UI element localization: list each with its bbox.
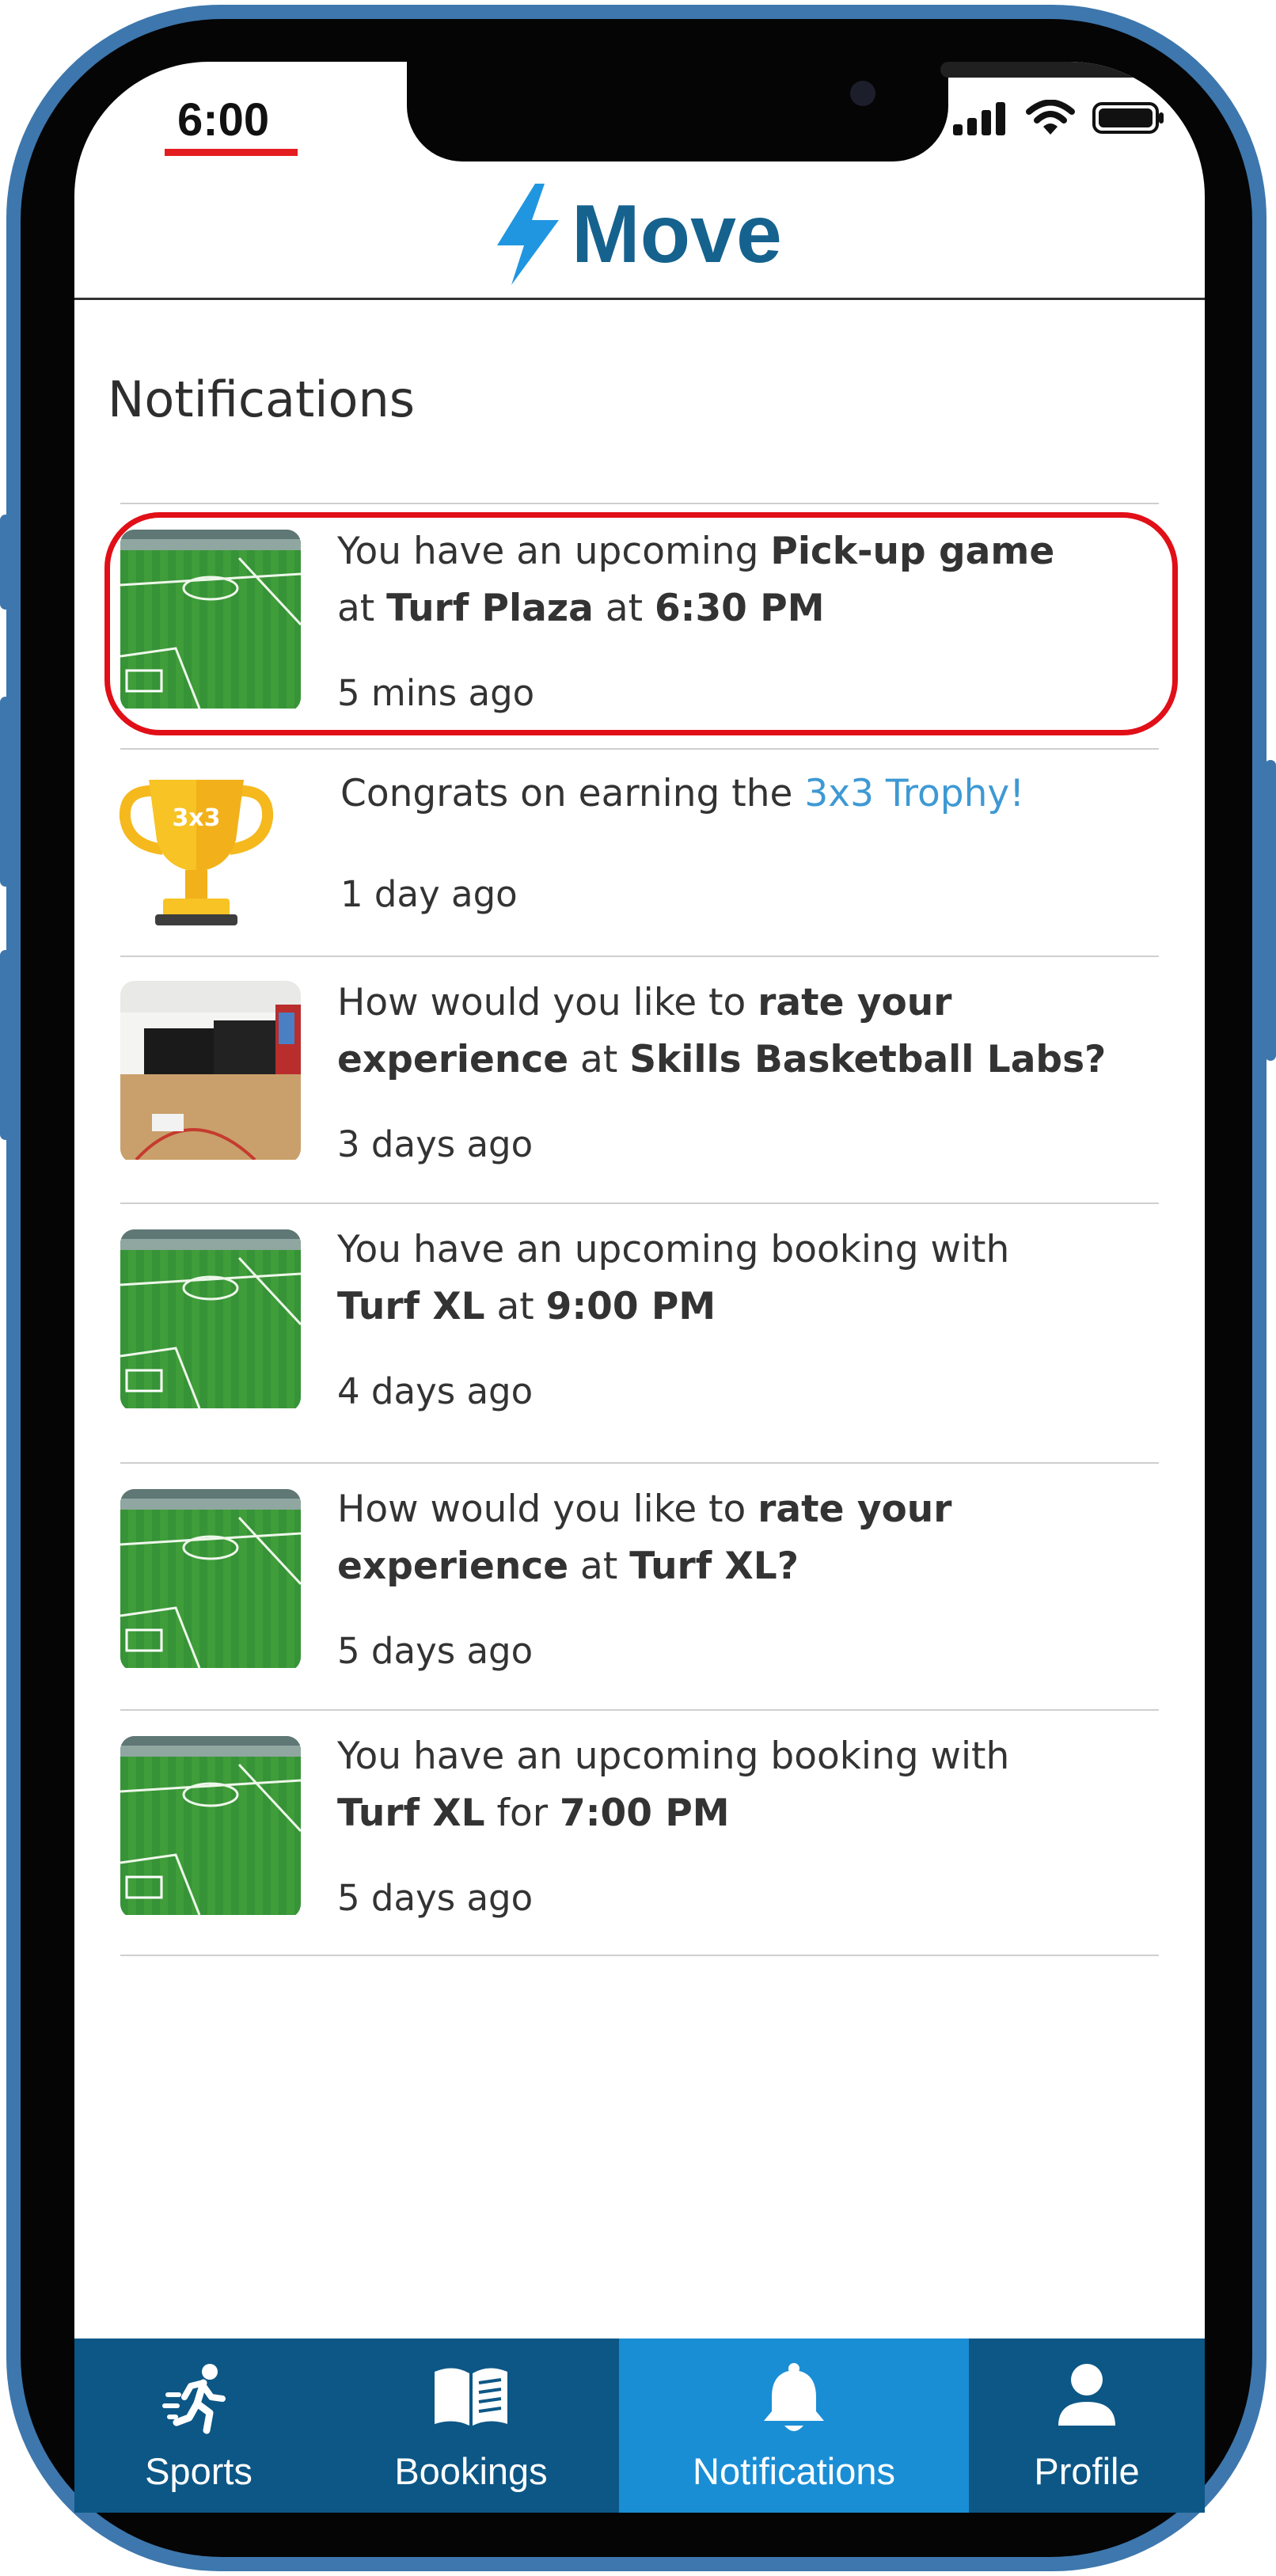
notification-text: at — [593, 587, 655, 630]
notification-emphasis: experience — [337, 1038, 569, 1081]
notification-emphasis: Turf XL? — [629, 1544, 799, 1588]
notification-timestamp: 5 mins ago — [337, 672, 535, 714]
page-title: Notifications — [108, 370, 416, 428]
notch — [407, 62, 1146, 161]
nav-label: Profile — [1034, 2450, 1140, 2492]
notification-thumbnail — [120, 1229, 301, 1411]
phone-side-button — [0, 950, 11, 1140]
notification-text: You have an upcoming booking with — [337, 1734, 1010, 1778]
notification-emphasis: 7:00 PM — [560, 1791, 730, 1835]
notification-item[interactable]: 3x3 Congrats on earning the 3x3 Trophy! 1 … — [117, 750, 1159, 957]
notification-emphasis: Turf XL — [337, 1285, 485, 1328]
signal-icon — [953, 102, 1005, 135]
notification-timestamp: 3 days ago — [337, 1123, 534, 1165]
notification-timestamp: 4 days ago — [337, 1370, 534, 1412]
notification-text-line: Congrats on earning the 3x3 Trophy! — [340, 766, 1164, 823]
app-header: Move — [74, 173, 1205, 300]
open-book-icon — [435, 2368, 507, 2426]
battery-icon — [1092, 102, 1164, 134]
lightning-bolt-icon — [497, 184, 559, 285]
notification-text: at — [568, 1544, 630, 1588]
wifi-icon — [1026, 100, 1075, 135]
notification-text-line: You have an upcoming booking with — [337, 1222, 1160, 1279]
notification-text-line: How would you like to rate your — [337, 1481, 1160, 1538]
phone-side-button — [0, 515, 11, 610]
notification-text: You have an upcoming — [337, 530, 771, 573]
app-name: Move — [572, 188, 782, 280]
person-icon — [1058, 2364, 1115, 2426]
notification-emphasis: Pick-up game — [770, 530, 1055, 573]
notification-thumbnail: 3x3 — [117, 773, 275, 932]
notification-emphasis: 6:30 PM — [654, 587, 825, 630]
notification-timestamp: 1 day ago — [340, 873, 518, 915]
notification-emphasis: rate your — [758, 1487, 952, 1531]
svg-text:3x3: 3x3 — [172, 804, 220, 832]
nav-notifications[interactable]: Notifications — [619, 2339, 969, 2513]
bell-icon — [764, 2363, 824, 2431]
nav-label: Notifications — [693, 2450, 895, 2492]
notification-text: at — [484, 1285, 546, 1328]
notification-item[interactable]: You have an upcoming booking with Turf XL… — [120, 1204, 1159, 1464]
notification-thumbnail — [120, 1489, 301, 1671]
notification-text-line: Turf XL at 9:00 PM — [337, 1279, 1160, 1335]
notification-text-line: at Turf Plaza at 6:30 PM — [337, 580, 1160, 637]
notification-text: Congrats on earning the — [340, 772, 805, 815]
running-person-icon — [162, 2364, 226, 2434]
notification-text-line: You have an upcoming booking with — [337, 1728, 1160, 1785]
notification-text-line: Turf XL for 7:00 PM — [337, 1785, 1160, 1842]
notification-emphasis: Turf XL — [337, 1791, 485, 1835]
notification-text: at — [568, 1038, 630, 1081]
app-logo: Move — [494, 184, 782, 285]
notification-item[interactable]: How would you like to rate your experienc… — [120, 957, 1159, 1204]
trophy-link[interactable]: 3x3 Trophy! — [804, 772, 1024, 815]
notification-list: You have an upcoming Pick-up game at Turf… — [104, 503, 1178, 1956]
notification-item[interactable]: You have an upcoming booking with Turf XL… — [120, 1711, 1159, 1956]
notification-item[interactable]: How would you like to rate your experienc… — [120, 1464, 1159, 1711]
notification-thumbnail — [120, 1736, 301, 1918]
phone-side-button — [0, 697, 11, 887]
notification-text-line: You have an upcoming Pick-up game — [337, 523, 1160, 580]
notification-item[interactable]: You have an upcoming Pick-up game at Turf… — [104, 504, 1178, 750]
turf-field-photo — [120, 1736, 301, 1916]
phone-side-button — [1265, 760, 1276, 1061]
notification-text: How would you like to — [337, 981, 758, 1024]
turf-field-photo — [120, 1489, 301, 1669]
turf-field-photo — [120, 1229, 301, 1409]
notification-emphasis: rate your — [758, 981, 952, 1024]
nav-label: Bookings — [394, 2450, 548, 2492]
notification-thumbnail — [120, 981, 301, 1163]
front-camera — [850, 81, 875, 106]
notification-emphasis: 9:00 PM — [545, 1285, 716, 1328]
status-icons — [951, 100, 1165, 136]
notification-text: for — [484, 1791, 560, 1835]
notification-text: at — [337, 587, 387, 630]
notification-emphasis: Skills Basketball Labs? — [629, 1038, 1107, 1081]
notification-emphasis: Turf Plaza — [386, 587, 594, 630]
time-underline-annotation — [165, 149, 298, 156]
nav-label: Sports — [145, 2450, 253, 2492]
nav-sports[interactable]: Sports — [74, 2339, 323, 2513]
phone-screen: 6:00 Move Notifications You have an upco… — [74, 62, 1205, 2513]
notification-timestamp: 5 days ago — [337, 1630, 534, 1672]
nav-bookings[interactable]: Bookings — [323, 2339, 619, 2513]
notification-text-line: How would you like to rate your — [337, 975, 1160, 1032]
notification-thumbnail — [120, 530, 301, 712]
bottom-nav: Sports Bookings Notifications Profile — [74, 2339, 1205, 2513]
status-time: 6:00 — [177, 94, 270, 146]
nav-profile[interactable]: Profile — [969, 2339, 1205, 2513]
notification-text: You have an upcoming booking with — [337, 1228, 1010, 1271]
notification-emphasis: experience — [337, 1544, 569, 1588]
notification-text: How would you like to — [337, 1487, 758, 1531]
notification-text-line: experience at Skills Basketball Labs? — [337, 1032, 1160, 1089]
notification-text-line: experience at Turf XL? — [337, 1538, 1160, 1595]
trophy-icon: 3x3 — [119, 780, 274, 925]
basketball-court-photo — [120, 981, 301, 1161]
speaker — [940, 62, 1146, 78]
turf-field-photo — [120, 530, 301, 709]
notification-timestamp: 5 days ago — [337, 1877, 534, 1919]
